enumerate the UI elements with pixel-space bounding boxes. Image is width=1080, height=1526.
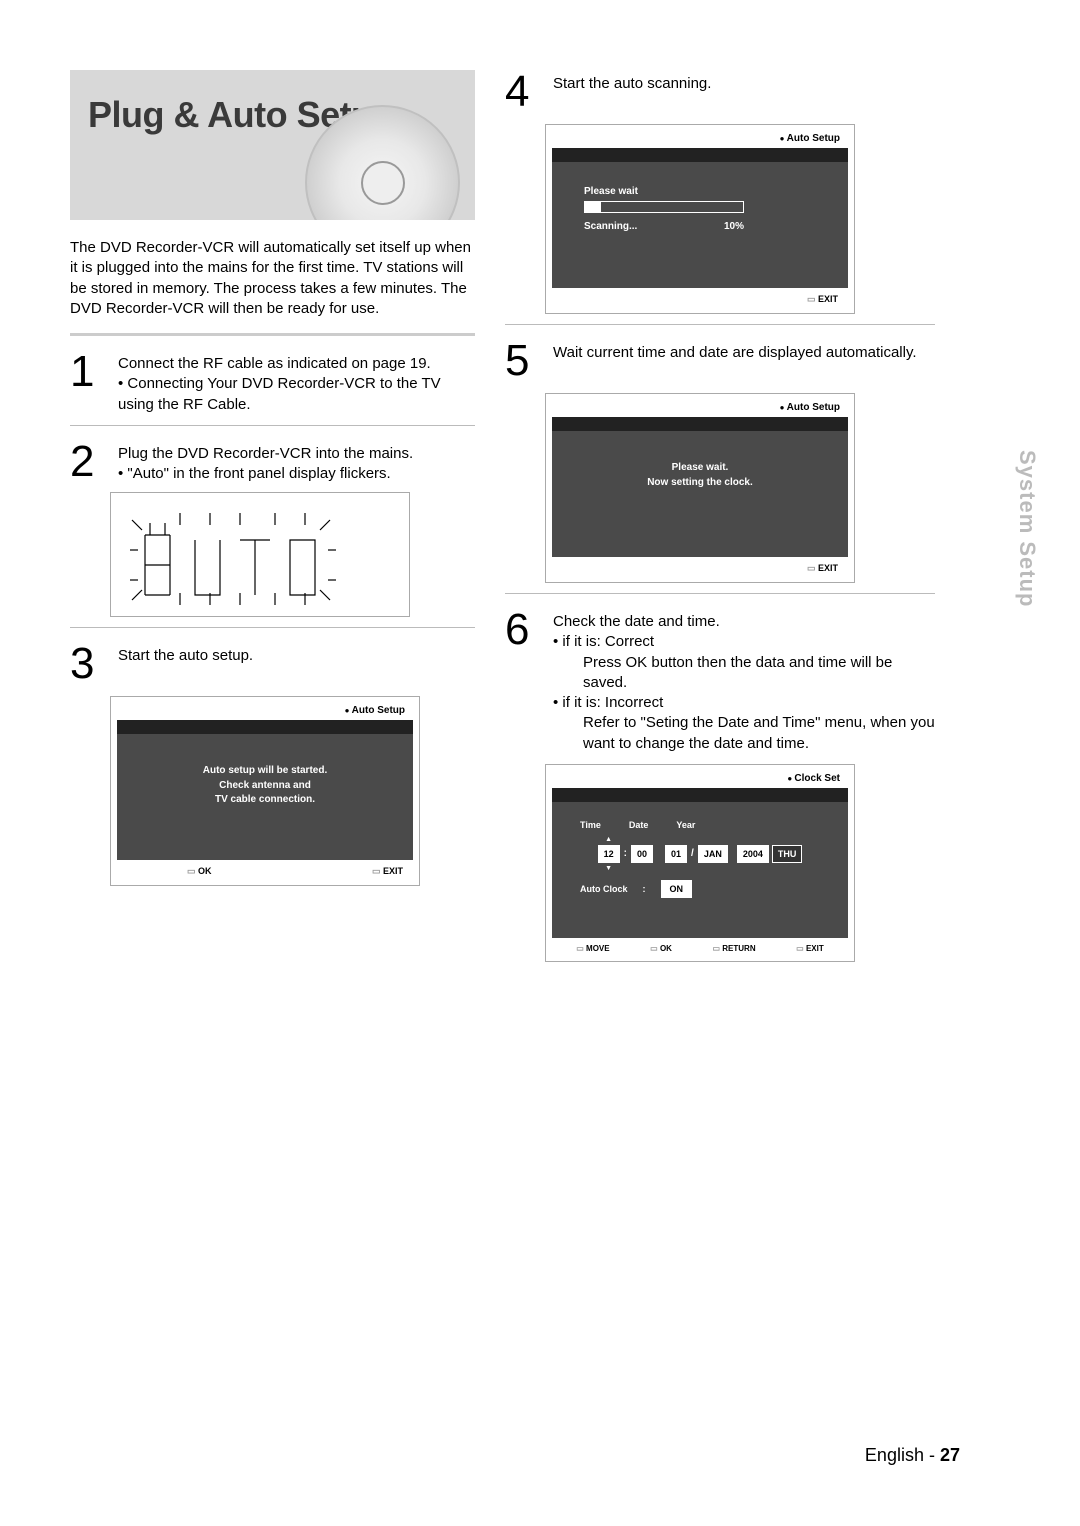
step-subtext: Refer to "Seting the Date and Time" menu… [583,713,935,754]
step-text: Check the date and time. [553,612,935,632]
tv-screen-clockset: Clock Set Time Date Year ▲ 12 ▼ : 00 [545,764,855,962]
day-value: 01 [665,845,687,863]
hero-banner: Plug & Auto Setup [70,70,475,220]
tv-title: Clock Set [787,773,840,784]
vfd-display-illustration [110,492,410,617]
step-bullet: • Connecting Your DVD Recorder-VCR to th… [118,374,475,415]
label-time: Time [580,820,601,830]
year-value: 2004 [737,845,769,863]
step-text: Start the auto scanning. [553,74,935,94]
tv-line: Check antenna and [127,779,403,794]
please-wait-label: Please wait [584,186,838,197]
scanning-label: Scanning... [584,221,637,232]
thin-divider [70,627,475,628]
step-bullet: • if it is: Correct [553,632,935,652]
step-number: 1 [70,350,110,394]
tv-line: Now setting the clock. [562,476,838,491]
footer-lang: English [865,1445,924,1465]
step-1: 1 Connect the RF cable as indicated on p… [70,350,475,415]
hour-value: 12 [598,845,620,863]
step-number: 6 [505,608,545,652]
auto-clock-value: ON [661,880,693,898]
section-divider [70,333,475,336]
step-text: Start the auto setup. [118,646,475,666]
step-4: 4 Start the auto scanning. [505,70,935,114]
tv-line: Auto setup will be started. [127,764,403,779]
label-date: Date [629,820,649,830]
tv-screen-autosetup: Auto Setup Auto setup will be started. C… [110,696,420,886]
thin-divider [70,425,475,426]
step-text: Connect the RF cable as indicated on pag… [118,354,475,374]
tv-screen-clockwait: Auto Setup Please wait. Now setting the … [545,393,855,583]
step-text: Plug the DVD Recorder-VCR into the mains… [118,444,475,464]
step-subtext: Press OK button then the data and time w… [583,653,935,694]
month-value: JAN [698,845,728,863]
step-text: Wait current time and date are displayed… [553,343,935,363]
thin-divider [505,324,935,325]
step-3: 3 Start the auto setup. [70,642,475,686]
exit-button-label: EXIT [807,563,838,574]
ok-button-label: OK [650,944,672,953]
tv-title: Auto Setup [345,705,405,716]
thin-divider [505,593,935,594]
progress-bar [584,201,744,213]
step-number: 2 [70,440,110,484]
step-2: 2 Plug the DVD Recorder-VCR into the mai… [70,440,475,485]
dow-value: THU [772,845,803,863]
step-bullet: • "Auto" in the front panel display flic… [118,464,475,484]
exit-button-label: EXIT [796,944,824,953]
step-number: 4 [505,70,545,114]
section-tab: System Setup [1014,450,1040,608]
step-number: 5 [505,339,545,383]
step-5: 5 Wait current time and date are display… [505,339,935,383]
tv-title: Auto Setup [780,402,840,413]
label-year: Year [676,820,695,830]
scanning-percent: 10% [724,221,744,232]
step-number: 3 [70,642,110,686]
intro-text: The DVD Recorder-VCR will automatically … [70,238,475,319]
return-button-label: RETURN [712,944,755,953]
move-button-label: MOVE [576,944,609,953]
auto-clock-label: Auto Clock [580,884,628,894]
ok-button-label: OK [187,866,212,877]
arrow-down-icon: ▼ [605,865,612,872]
tv-title: Auto Setup [780,133,840,144]
page-number: 27 [940,1445,960,1465]
minute-value: 00 [631,845,653,863]
step-6: 6 Check the date and time. • if it is: C… [505,608,935,754]
seven-segment-auto [130,505,390,605]
tv-line: TV cable connection. [127,793,403,808]
exit-button-label: EXIT [372,866,403,877]
page-footer: English - 27 [865,1445,960,1466]
tv-screen-scanning: Auto Setup Please wait Scanning... 10% E… [545,124,855,314]
arrow-up-icon: ▲ [605,836,612,843]
exit-button-label: EXIT [807,294,838,305]
step-bullet: • if it is: Incorrect [553,693,935,713]
tv-line: Please wait. [562,461,838,476]
